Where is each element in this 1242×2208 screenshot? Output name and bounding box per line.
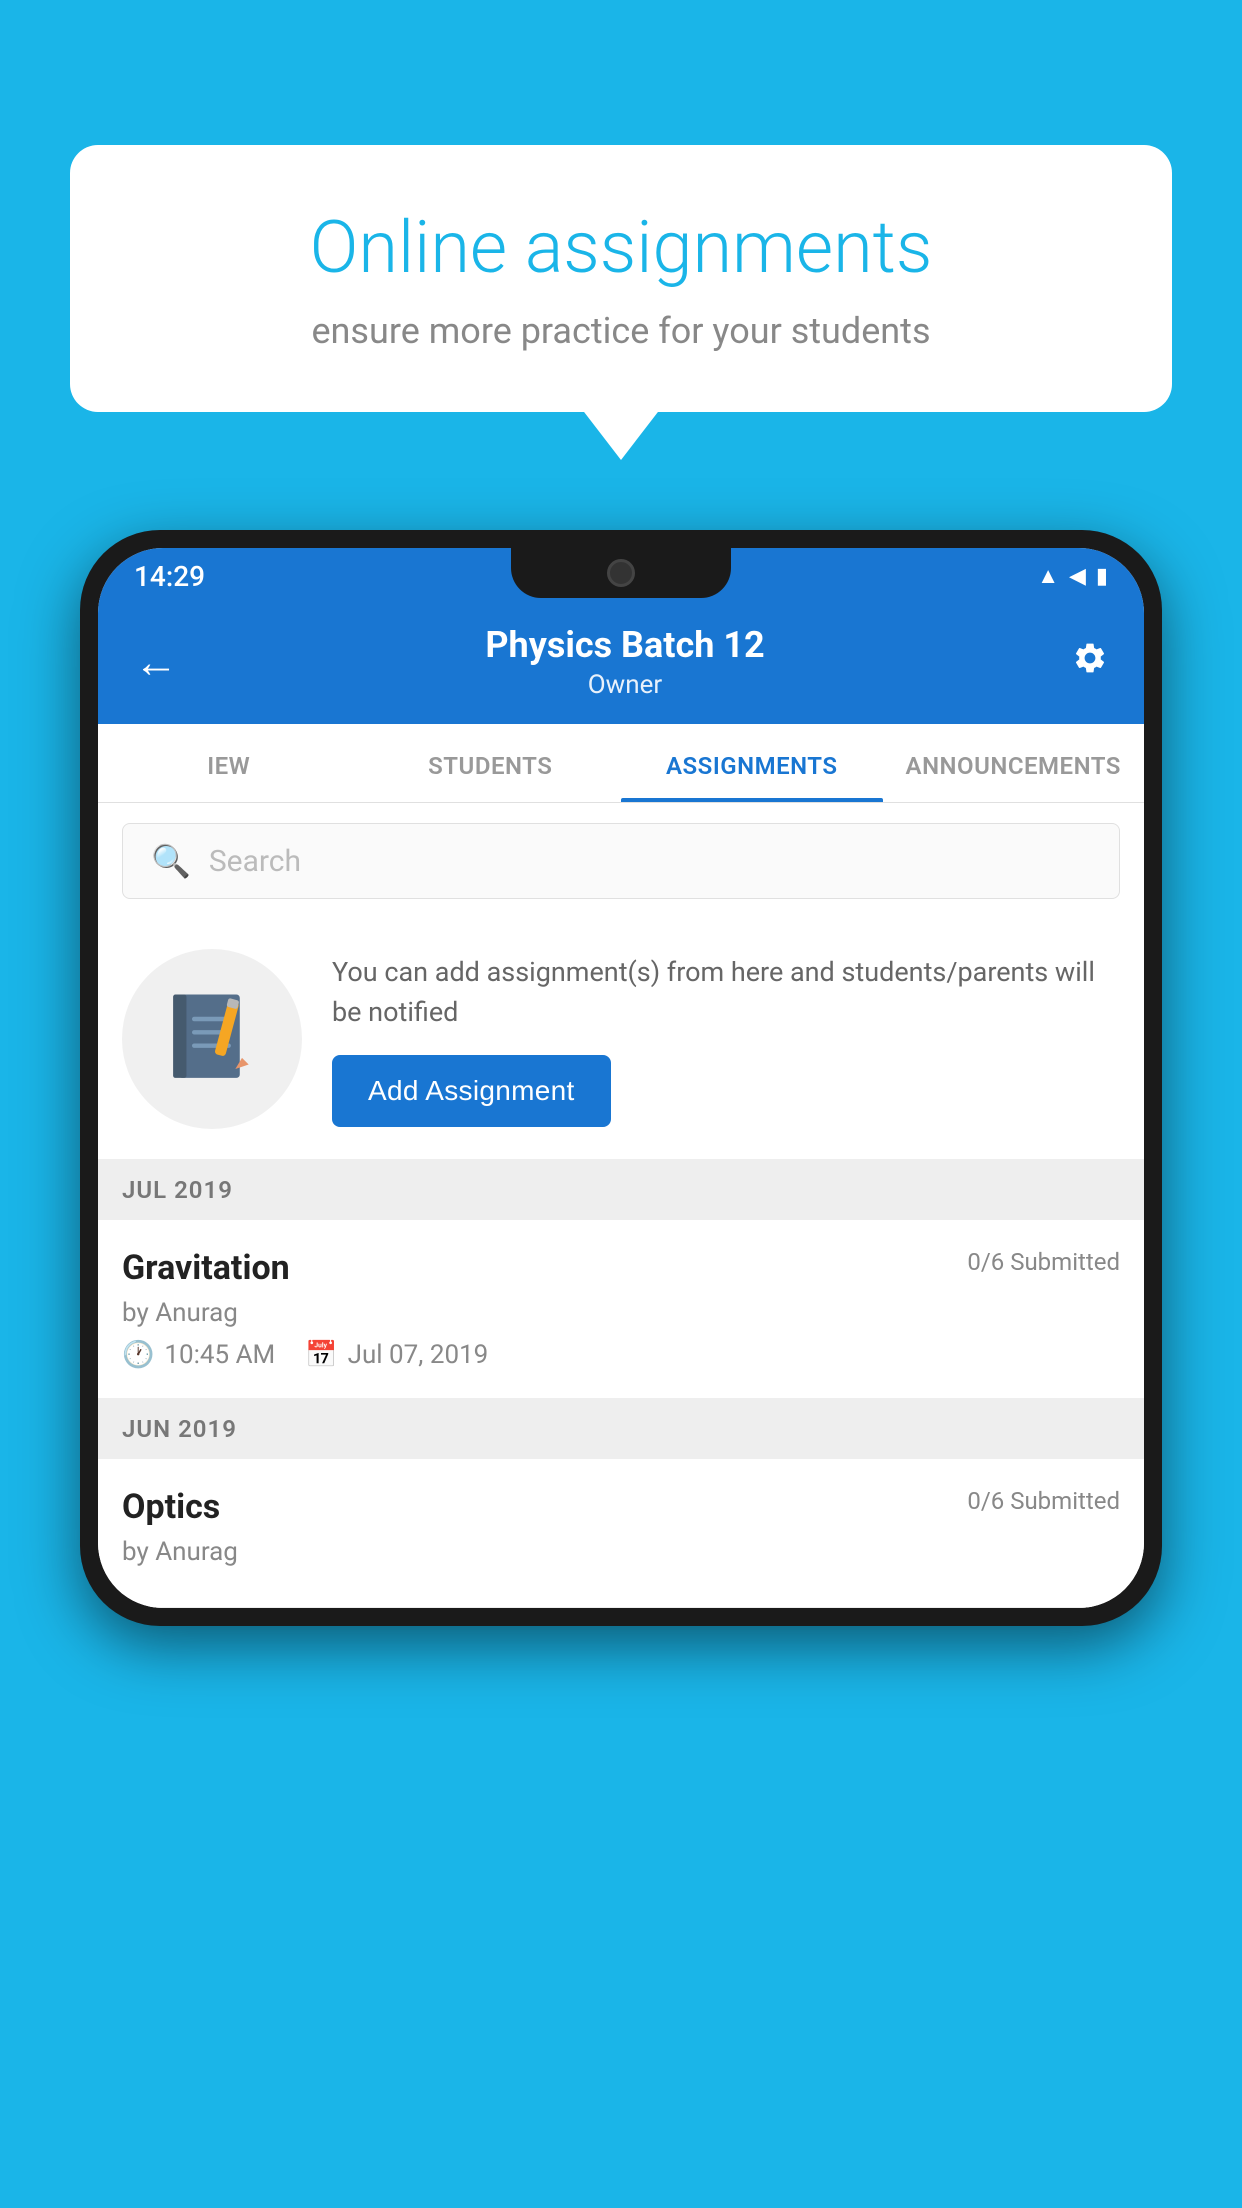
phone-screen: 14:29 ▲ ◀ ▮ ← Physics Batch 12 Owner xyxy=(98,548,1144,1608)
section-jul-2019-label: JUL 2019 xyxy=(122,1176,233,1204)
phone-frame: 14:29 ▲ ◀ ▮ ← Physics Batch 12 Owner xyxy=(80,530,1162,2208)
promo-icon-circle xyxy=(122,949,302,1129)
tab-overview[interactable]: IEW xyxy=(98,724,360,802)
section-jul-2019-header: JUL 2019 xyxy=(98,1160,1144,1220)
status-time: 14:29 xyxy=(134,560,205,593)
tab-students[interactable]: STUDENTS xyxy=(360,724,622,802)
battery-icon: ▮ xyxy=(1096,564,1108,589)
clock-icon: 🕐 xyxy=(122,1340,154,1370)
promo-content: You can add assignment(s) from here and … xyxy=(332,952,1120,1127)
search-bar[interactable]: 🔍 Search xyxy=(122,823,1120,899)
status-icons: ▲ ◀ ▮ xyxy=(1037,563,1108,589)
tab-announcements[interactable]: ANNOUNCEMENTS xyxy=(883,724,1145,802)
search-container: 🔍 Search xyxy=(98,803,1144,919)
assignment-gravitation-time: 🕐 10:45 AM xyxy=(122,1340,275,1370)
phone-outer: 14:29 ▲ ◀ ▮ ← Physics Batch 12 Owner xyxy=(80,530,1162,1626)
assignment-gravitation-top: Gravitation 0/6 Submitted xyxy=(122,1248,1120,1288)
section-jun-2019-header: JUN 2019 xyxy=(98,1399,1144,1459)
speech-bubble-title: Online assignments xyxy=(140,205,1102,290)
wifi-icon: ▲ xyxy=(1037,563,1059,589)
assignment-optics-submitted: 0/6 Submitted xyxy=(967,1487,1120,1515)
assignment-optics[interactable]: Optics 0/6 Submitted by Anurag xyxy=(98,1459,1144,1608)
assignment-optics-name: Optics xyxy=(122,1487,220,1527)
phone-notch xyxy=(511,548,731,598)
assignment-optics-author: by Anurag xyxy=(122,1537,1120,1567)
header-subtitle: Owner xyxy=(178,670,1072,700)
assignment-optics-top: Optics 0/6 Submitted xyxy=(122,1487,1120,1527)
promo-text: You can add assignment(s) from here and … xyxy=(332,952,1120,1033)
calendar-icon: 📅 xyxy=(305,1340,337,1370)
settings-button[interactable] xyxy=(1072,640,1108,685)
app-header: ← Physics Batch 12 Owner xyxy=(98,604,1144,724)
section-jun-2019-label: JUN 2019 xyxy=(122,1415,237,1443)
signal-icon: ◀ xyxy=(1069,564,1086,589)
assignment-gravitation[interactable]: Gravitation 0/6 Submitted by Anurag 🕐 10… xyxy=(98,1220,1144,1399)
assignment-gravitation-meta: 🕐 10:45 AM 📅 Jul 07, 2019 xyxy=(122,1340,1120,1370)
assignment-gravitation-author: by Anurag xyxy=(122,1298,1120,1328)
tab-assignments[interactable]: ASSIGNMENTS xyxy=(621,724,883,802)
assignment-gravitation-submitted: 0/6 Submitted xyxy=(967,1248,1120,1276)
assignment-gravitation-name: Gravitation xyxy=(122,1248,290,1288)
tabs-container: IEW STUDENTS ASSIGNMENTS ANNOUNCEMENTS xyxy=(98,724,1144,803)
assignment-gravitation-date: 📅 Jul 07, 2019 xyxy=(305,1340,488,1370)
header-title: Physics Batch 12 xyxy=(178,624,1072,666)
speech-bubble-subtitle: ensure more practice for your students xyxy=(140,310,1102,352)
promo-section: You can add assignment(s) from here and … xyxy=(98,919,1144,1160)
notebook-icon xyxy=(167,989,257,1089)
phone-camera xyxy=(607,559,635,587)
search-placeholder: Search xyxy=(209,844,301,879)
search-icon: 🔍 xyxy=(151,842,191,880)
back-button[interactable]: ← xyxy=(134,636,178,688)
speech-bubble-container: Online assignments ensure more practice … xyxy=(70,145,1172,412)
speech-bubble: Online assignments ensure more practice … xyxy=(70,145,1172,412)
add-assignment-button[interactable]: Add Assignment xyxy=(332,1055,611,1127)
header-center: Physics Batch 12 Owner xyxy=(178,624,1072,700)
